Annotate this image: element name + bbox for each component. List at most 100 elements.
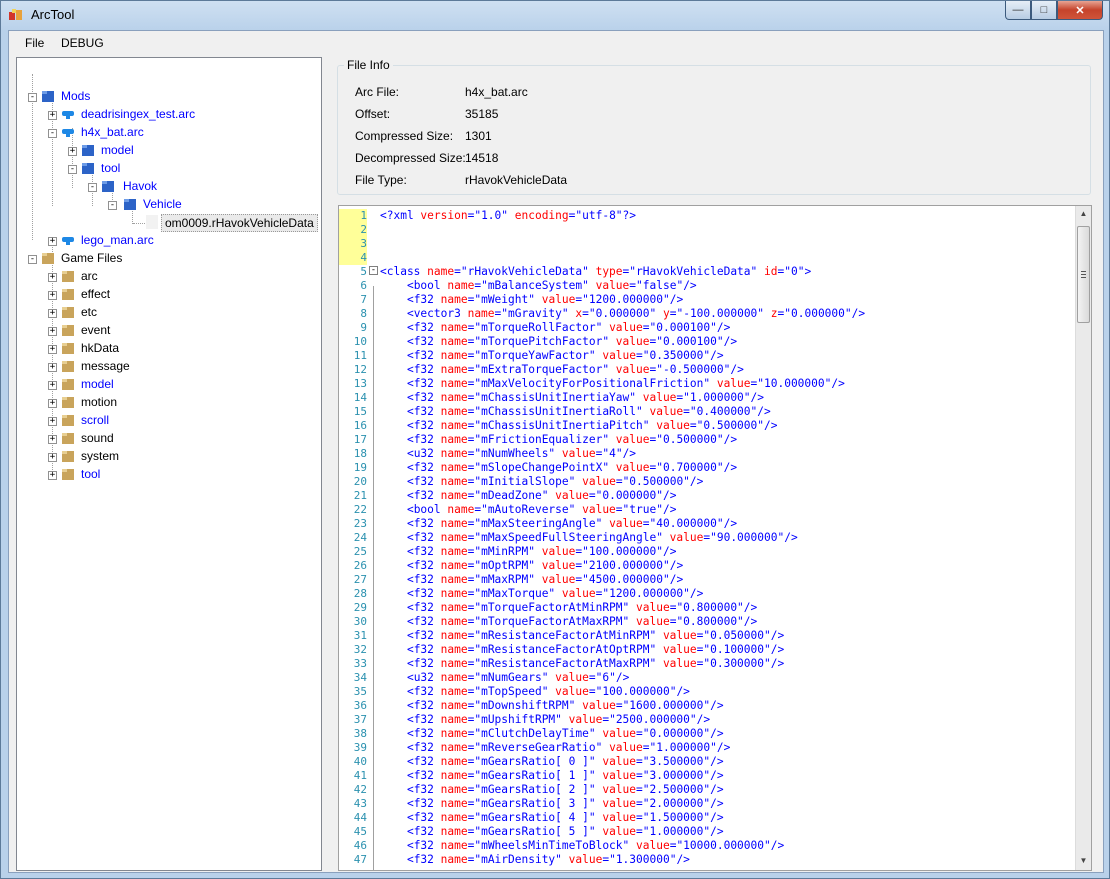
code-line[interactable]: <f32 name="mGearsRatio[ 5 ]" value="1.00… xyxy=(380,825,724,839)
expand-icon[interactable]: + xyxy=(48,417,57,426)
expand-icon[interactable]: + xyxy=(68,147,77,156)
xml-editor[interactable]: 1 2 3 4 5 6 7 8 9 10 11 12 13 14 15 16 17 18 19 20 21 22 23 24 2… xyxy=(338,205,1092,871)
expand-icon[interactable]: + xyxy=(48,291,57,300)
code-line[interactable]: <f32 name="mReverseGearRatio" value="1.0… xyxy=(380,741,730,755)
code-line[interactable]: <f32 name="mResistanceFactorAtOptRPM" va… xyxy=(380,643,784,657)
expand-icon[interactable]: + xyxy=(48,237,57,246)
line-number: 36 xyxy=(353,699,367,712)
folder-yellow-icon xyxy=(62,289,74,300)
code-line[interactable]: <f32 name="mExtraTorqueFactor" value="-0… xyxy=(380,363,744,377)
code-line[interactable]: <f32 name="mDownshiftRPM" value="1600.00… xyxy=(380,699,724,713)
line-number: 13 xyxy=(353,377,367,390)
line-number: 42 xyxy=(353,783,367,796)
tree-label-game-files: Game Files xyxy=(61,251,123,265)
line-number: 20 xyxy=(353,475,367,488)
line-number: 16 xyxy=(353,419,367,432)
code-line[interactable]: <f32 name="mGearsRatio[ 0 ]" value="3.50… xyxy=(380,755,724,769)
line-number: 47 xyxy=(353,853,367,866)
code-line[interactable]: <f32 name="mGearsRatio[ 4 ]" value="1.50… xyxy=(380,811,724,825)
folder-yellow-icon xyxy=(62,361,74,372)
code-line[interactable]: <f32 name="mChassisUnitInertiaRoll" valu… xyxy=(380,405,771,419)
code-line[interactable]: <f32 name="mGearsRatio[ 2 ]" value="2.50… xyxy=(380,783,724,797)
code-line[interactable]: <f32 name="mTorqueYawFactor" value="0.35… xyxy=(380,349,724,363)
code-line[interactable]: <u32 name="mNumGears" value="6"/> xyxy=(380,671,629,685)
expand-icon[interactable]: + xyxy=(48,345,57,354)
code-line[interactable]: <?xml version="1.0" encoding="utf-8"?> xyxy=(380,209,636,223)
code-line[interactable]: <f32 name="mTorqueFactorAtMinRPM" value=… xyxy=(380,601,757,615)
file-tree[interactable]: - Mods + deadrisingex_test.arc - h4x_bat… xyxy=(16,57,322,871)
code-line[interactable]: <f32 name="mClutchDelayTime" value="0.00… xyxy=(380,727,724,741)
code-line[interactable]: <f32 name="mTorquePitchFactor" value="0.… xyxy=(380,335,737,349)
expand-icon[interactable]: + xyxy=(48,399,57,408)
code-line[interactable]: <vector3 name="mGravity" x="0.000000" y=… xyxy=(380,307,865,321)
menu-file[interactable]: File xyxy=(25,36,44,50)
code-line[interactable]: <u32 name="mNumWheels" value="4"/> xyxy=(380,447,636,461)
code-line[interactable]: <f32 name="mResistanceFactorAtMinRPM" va… xyxy=(380,629,784,643)
code-line[interactable]: <f32 name="mSlopeChangePointX" value="0.… xyxy=(380,461,737,475)
expand-icon[interactable]: + xyxy=(48,363,57,372)
line-number: 22 xyxy=(353,503,367,516)
code-line[interactable]: <f32 name="mMaxTorque" value="1200.00000… xyxy=(380,587,703,601)
fold-line xyxy=(373,286,374,870)
collapse-icon[interactable]: - xyxy=(28,93,37,102)
collapse-icon[interactable]: - xyxy=(28,255,37,264)
expand-icon[interactable]: + xyxy=(48,381,57,390)
code-line[interactable]: <f32 name="mMaxRPM" value="4500.000000"/… xyxy=(380,573,683,587)
code-line[interactable]: <f32 name="mMaxSteeringAngle" value="40.… xyxy=(380,517,737,531)
expand-icon[interactable]: + xyxy=(48,111,57,120)
code-line[interactable]: <f32 name="mFrictionEqualizer" value="0.… xyxy=(380,433,737,447)
title-bar[interactable]: ArcTool — □ ✕ xyxy=(1,1,1109,29)
fold-collapse-icon[interactable]: - xyxy=(369,266,378,275)
line-number: 1 xyxy=(339,209,367,223)
editor-vertical-scrollbar[interactable]: ▲ ▼ xyxy=(1075,206,1091,870)
tree-label: hkData xyxy=(81,341,120,355)
code-line[interactable]: <bool name="mAutoReverse" value="true"/> xyxy=(380,503,677,517)
expand-icon[interactable]: + xyxy=(48,471,57,480)
code-line[interactable]: <f32 name="mAirDensity" value="1.300000"… xyxy=(380,853,690,867)
maximize-button[interactable]: □ xyxy=(1031,1,1057,20)
folder-blue-icon xyxy=(102,181,114,192)
expand-icon[interactable]: + xyxy=(48,327,57,336)
code-line[interactable]: <f32 name="mWeight" value="1200.000000"/… xyxy=(380,293,683,307)
scroll-down-icon[interactable]: ▼ xyxy=(1076,853,1091,869)
folder-yellow-icon xyxy=(62,451,74,462)
code-line[interactable]: <f32 name="mTorqueRollFactor" value="0.0… xyxy=(380,321,730,335)
menu-debug[interactable]: DEBUG xyxy=(61,36,104,50)
collapse-icon[interactable]: - xyxy=(68,165,77,174)
collapse-icon[interactable]: - xyxy=(48,129,57,138)
code-line[interactable]: <f32 name="mDeadZone" value="0.000000"/> xyxy=(380,489,677,503)
code-line[interactable]: <f32 name="mWheelsMinTimeToBlock" value=… xyxy=(380,839,784,853)
code-line[interactable]: <class name="rHavokVehicleData" type="rH… xyxy=(380,265,811,279)
code-line[interactable]: <f32 name="mTorqueFactorAtMaxRPM" value=… xyxy=(380,615,757,629)
collapse-icon[interactable]: - xyxy=(88,183,97,192)
code-line[interactable]: <bool name="mBalanceSystem" value="false… xyxy=(380,279,697,293)
line-number: 34 xyxy=(353,671,367,684)
line-number-gutter: 1 2 3 4 5 6 7 8 9 10 11 12 13 14 15 16 17 18 19 20 21 22 23 24 2… xyxy=(339,206,369,870)
expand-icon[interactable]: + xyxy=(48,453,57,462)
code-line[interactable]: <f32 name="mMaxVelocityForPositionalFric… xyxy=(380,377,845,391)
close-button[interactable]: ✕ xyxy=(1057,1,1103,20)
code-line[interactable]: <f32 name="mUpshiftRPM" value="2500.0000… xyxy=(380,713,710,727)
tree-label: motion xyxy=(81,395,118,409)
line-number: 18 xyxy=(353,447,367,460)
expand-icon[interactable]: + xyxy=(48,273,57,282)
line-number: 12 xyxy=(353,363,367,376)
expand-icon[interactable]: + xyxy=(48,435,57,444)
scroll-thumb[interactable] xyxy=(1077,226,1090,323)
folder-yellow-icon xyxy=(62,307,74,318)
code-line[interactable]: <f32 name="mGearsRatio[ 1 ]" value="3.00… xyxy=(380,769,724,783)
code-line[interactable]: <f32 name="mChassisUnitInertiaYaw" value… xyxy=(380,391,764,405)
expand-icon[interactable]: + xyxy=(48,309,57,318)
collapse-icon[interactable]: - xyxy=(108,201,117,210)
code-line[interactable]: <f32 name="mResistanceFactorAtMaxRPM" va… xyxy=(380,657,784,671)
code-line[interactable]: <f32 name="mChassisUnitInertiaPitch" val… xyxy=(380,419,778,433)
code-line[interactable]: <f32 name="mMinRPM" value="100.000000"/> xyxy=(380,545,677,559)
code-line[interactable]: <f32 name="mOptRPM" value="2100.000000"/… xyxy=(380,559,683,573)
code-line[interactable]: <f32 name="mTopSpeed" value="100.000000"… xyxy=(380,685,690,699)
code-line[interactable]: <f32 name="mInitialSlope" value="0.50000… xyxy=(380,475,703,489)
minimize-button[interactable]: — xyxy=(1005,1,1031,20)
scroll-up-icon[interactable]: ▲ xyxy=(1076,206,1091,222)
folder-yellow-icon xyxy=(62,271,74,282)
code-line[interactable]: <f32 name="mGearsRatio[ 3 ]" value="2.00… xyxy=(380,797,724,811)
code-line[interactable]: <f32 name="mMaxSpeedFullSteeringAngle" v… xyxy=(380,531,798,545)
